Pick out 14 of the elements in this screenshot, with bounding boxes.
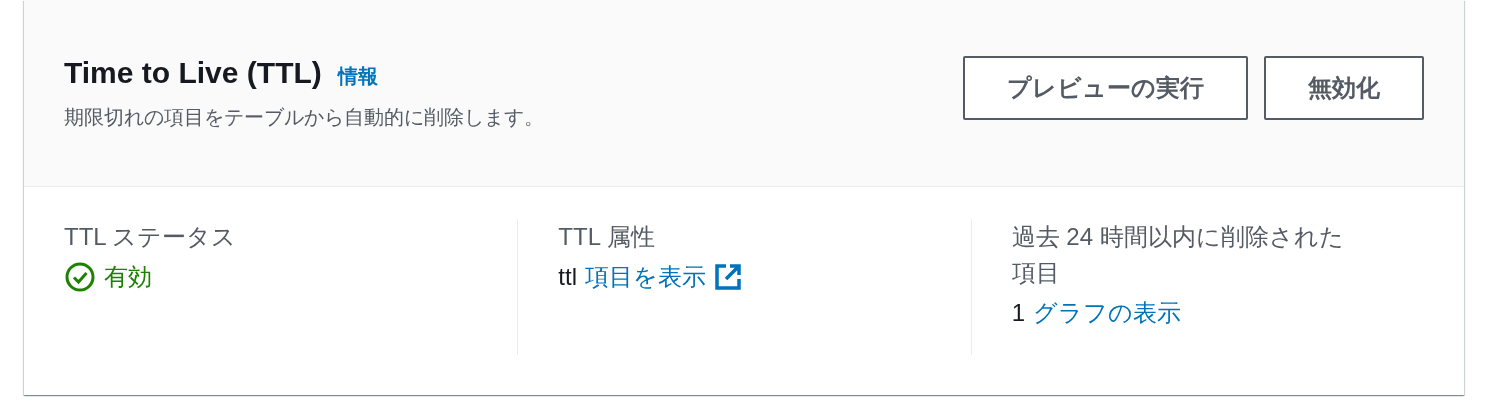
view-link[interactable]: 項目を表示	[585, 261, 706, 293]
field-label: 過去 24 時間以内に削除された項目	[1011, 222, 1345, 288]
info-link[interactable]: 情報	[337, 63, 378, 90]
external-link-icon[interactable]	[714, 263, 742, 291]
view-link[interactable]: グラフの表示	[1033, 297, 1181, 329]
field-label: TTL ステータス	[64, 222, 238, 252]
status-text: 有効	[104, 262, 152, 292]
panel-description: 期限切れの項目をテーブルから自動的に削除します。	[64, 105, 544, 130]
panel-title: Time to Live (TTL)	[64, 56, 322, 90]
field-label: TTL 属性	[558, 222, 656, 252]
action-button[interactable]: プレビューの実行	[963, 56, 1248, 120]
action-button[interactable]: 無効化	[1264, 56, 1424, 120]
field-value: 1	[1011, 299, 1025, 327]
field-value: ttl	[558, 263, 577, 291]
